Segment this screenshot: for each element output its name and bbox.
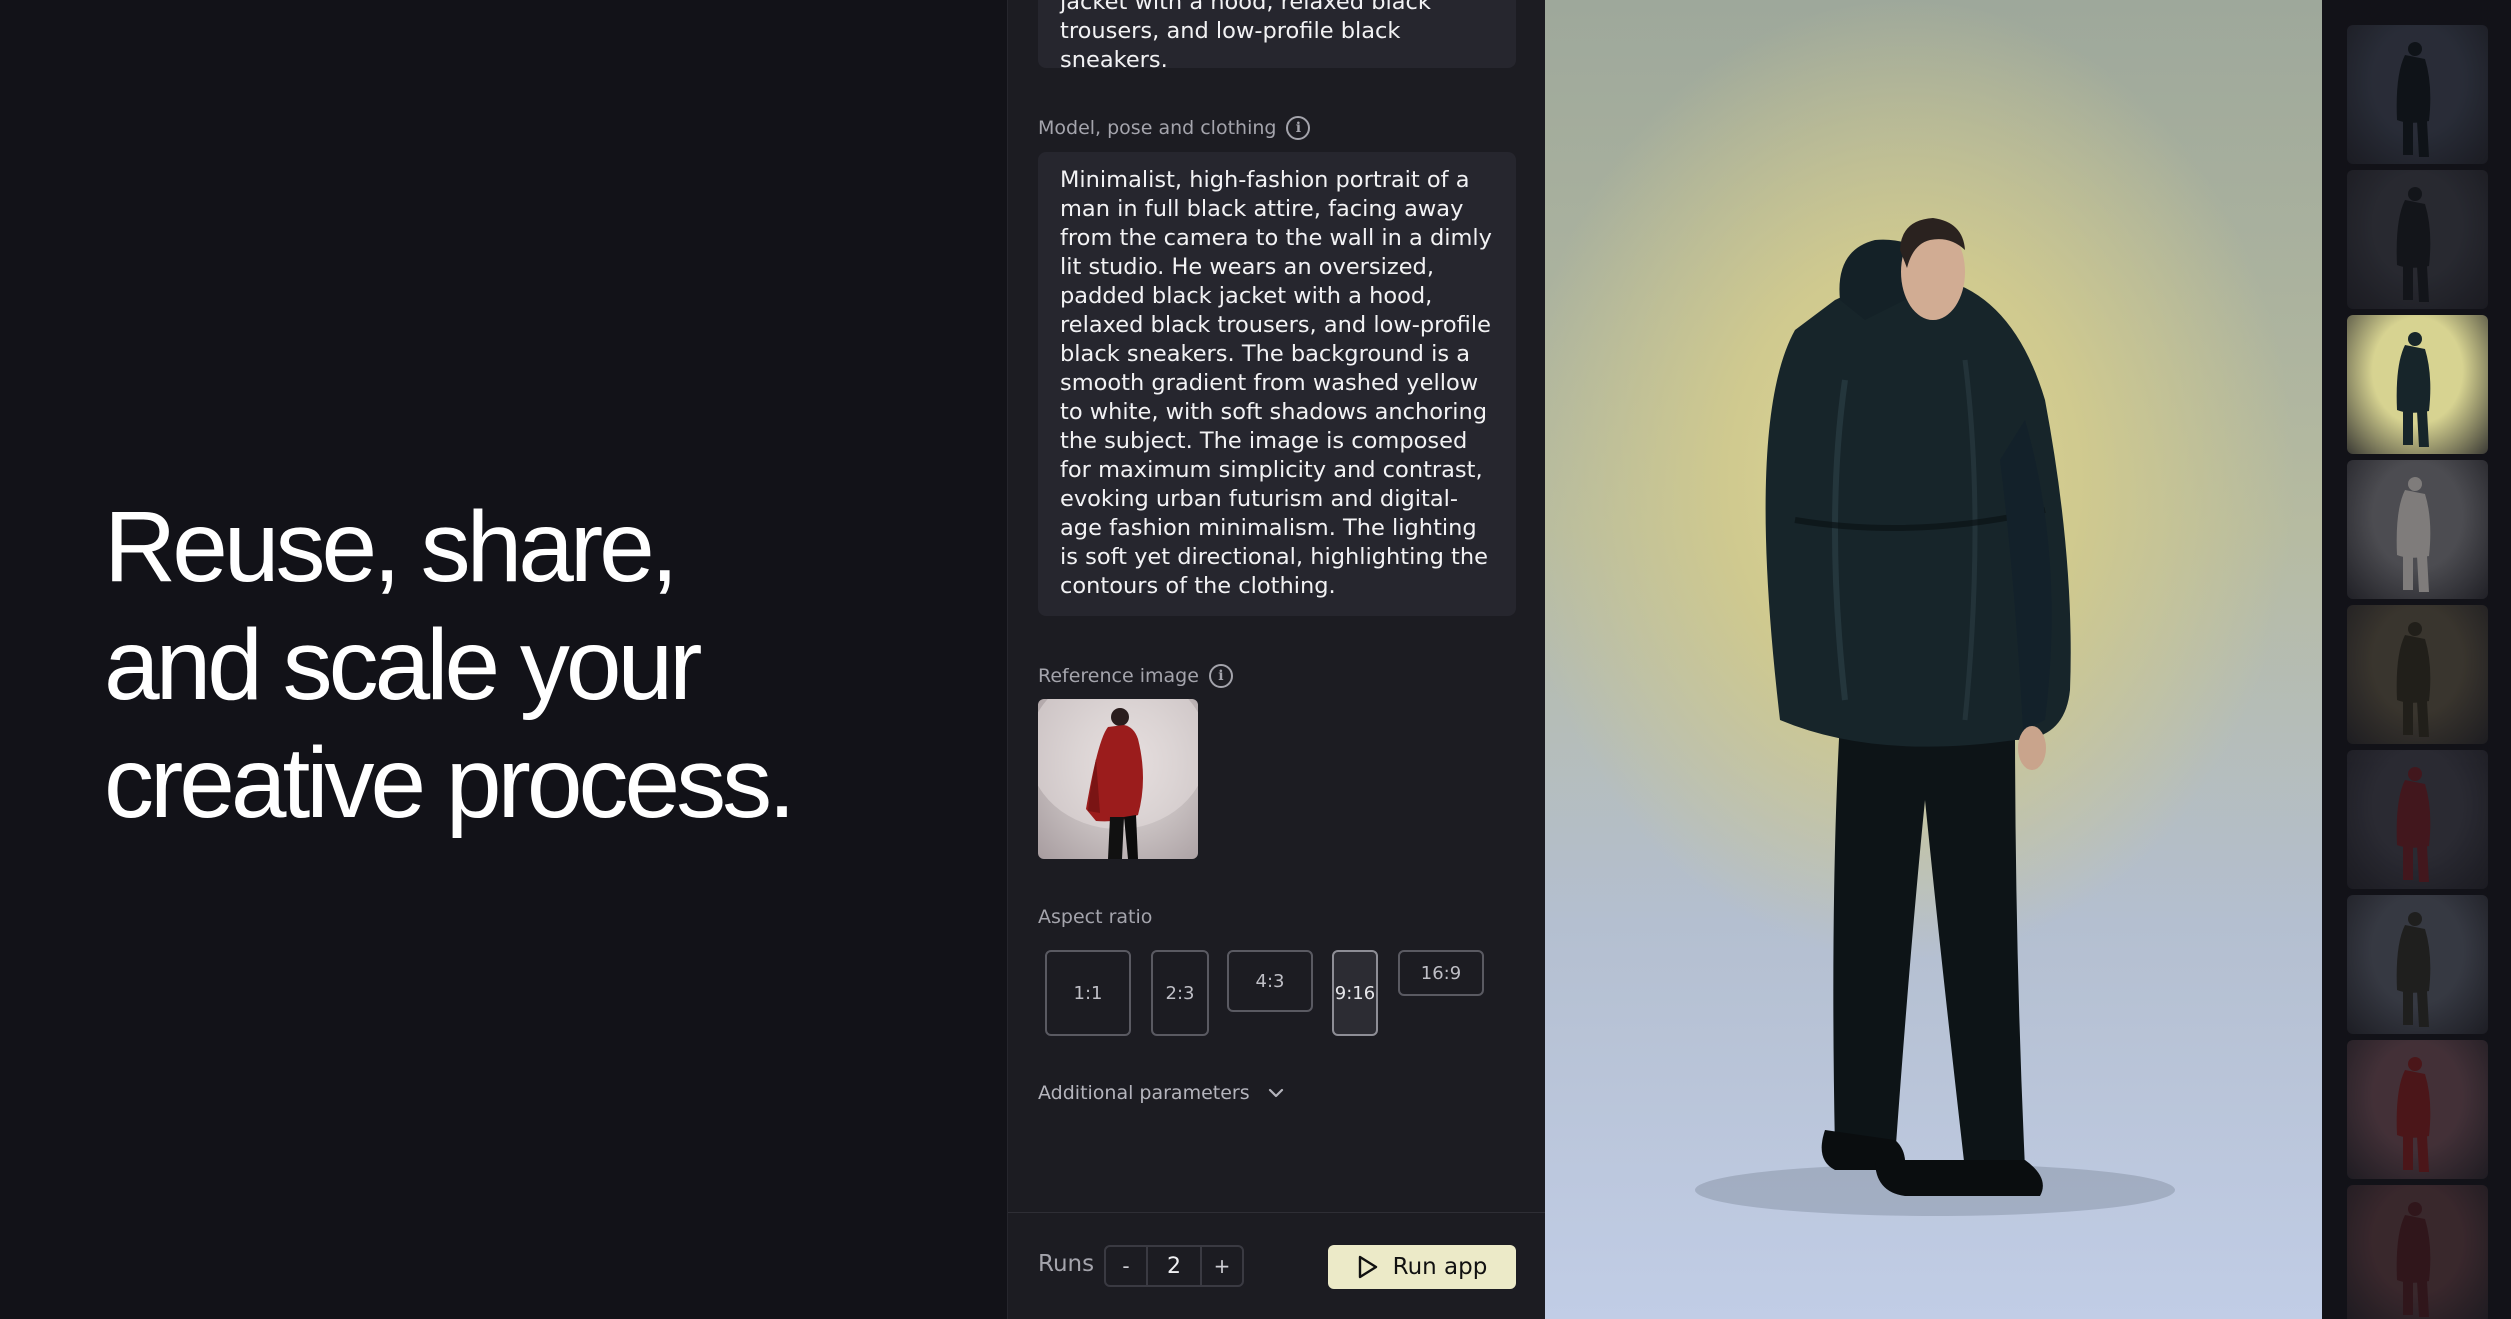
runs-value-input[interactable]: 2: [1146, 1247, 1202, 1285]
chevron-down-icon: [1268, 1088, 1283, 1098]
thumbnail-figure-image: [2396, 1057, 2431, 1172]
thumbnail-figure-image: [2396, 477, 2431, 592]
hero-line-1: Reuse, share,: [104, 491, 679, 603]
thumbnail-figure-image: [2396, 42, 2431, 157]
model-prompt-text: Minimalist, high-fashion portrait of a m…: [1060, 167, 1492, 599]
run-app-button[interactable]: Run app: [1328, 1245, 1516, 1289]
thumbnail-figure-image: [2396, 187, 2431, 302]
result-thumbnail[interactable]: [2347, 170, 2488, 309]
run-footer: Runs - 2 + Run app: [1008, 1212, 1546, 1319]
aspect-ratio-16-9-button[interactable]: 16:9: [1398, 950, 1484, 996]
generated-image-preview: [1545, 0, 2322, 1319]
previous-prompt-text: jacket with a hood, relaxed black trouse…: [1060, 0, 1431, 68]
aspect-option-label: 4:3: [1255, 970, 1285, 992]
reference-image-thumbnail[interactable]: [1038, 699, 1198, 859]
hero-line-3: creative process.: [104, 727, 796, 839]
run-app-label: Run app: [1392, 1254, 1488, 1280]
aspect-ratio-label: Aspect ratio: [1038, 906, 1152, 928]
thumbnail-figure-image: [2396, 332, 2431, 447]
result-thumbnail[interactable]: [2347, 25, 2488, 164]
runs-stepper: - 2 +: [1104, 1245, 1244, 1287]
result-thumbnail[interactable]: [2347, 895, 2488, 1034]
hero-line-2: and scale your: [104, 609, 702, 721]
decrement-button[interactable]: -: [1106, 1247, 1146, 1285]
reference-label-text: Reference image: [1038, 665, 1199, 687]
results-thumbnail-strip: [2322, 0, 2511, 1319]
model-prompt-textarea[interactable]: Minimalist, high-fashion portrait of a m…: [1038, 152, 1516, 616]
aspect-option-label: 16:9: [1420, 962, 1462, 984]
thumbnail-figure-image: [2396, 622, 2431, 737]
increment-button[interactable]: +: [1202, 1247, 1242, 1285]
reference-field-label: Reference image i: [1038, 664, 1233, 688]
result-thumbnail[interactable]: [2347, 1040, 2488, 1179]
result-thumbnail-selected[interactable]: [2347, 315, 2488, 454]
runs-label: Runs: [1038, 1251, 1095, 1277]
thumbnail-figure-image: [2396, 912, 2431, 1027]
thumbnail-figure-image: [2396, 1202, 2431, 1317]
info-icon[interactable]: i: [1286, 116, 1311, 140]
result-thumbnail[interactable]: [2347, 460, 2488, 599]
result-thumbnail[interactable]: [2347, 750, 2488, 889]
model-field-label: Model, pose and clothing i: [1038, 116, 1311, 140]
info-icon[interactable]: i: [1208, 664, 1233, 688]
model-label-text: Model, pose and clothing: [1038, 117, 1277, 139]
aspect-label-text: Aspect ratio: [1038, 906, 1153, 928]
aspect-ratio-1-1-button[interactable]: 1:1: [1045, 950, 1131, 1036]
aspect-option-label: 9:16: [1334, 982, 1376, 1004]
hero-headline: Reuse, share, and scale your creative pr…: [104, 488, 1004, 842]
thumbnail-figure-image: [2396, 767, 2431, 882]
aspect-option-label: 1:1: [1073, 982, 1103, 1004]
additional-parameters-label: Additional parameters: [1038, 1082, 1250, 1104]
app-form-panel: jacket with a hood, relaxed black trouse…: [1007, 0, 1546, 1319]
model-figure-image: [1695, 218, 2175, 1216]
app-root: Reuse, share, and scale your creative pr…: [0, 0, 2511, 1319]
result-thumbnail[interactable]: [2347, 1185, 2488, 1319]
aspect-option-label: 2:3: [1165, 982, 1195, 1004]
aspect-ratio-4-3-button[interactable]: 4:3: [1227, 950, 1313, 1012]
additional-parameters-toggle[interactable]: Additional parameters: [1038, 1082, 1286, 1104]
result-thumbnail[interactable]: [2347, 605, 2488, 744]
aspect-ratio-9-16-button[interactable]: 9:16: [1332, 950, 1378, 1036]
previous-prompt-textarea[interactable]: jacket with a hood, relaxed black trouse…: [1038, 0, 1516, 68]
play-icon: [1358, 1255, 1377, 1279]
reference-figure-image: [1038, 699, 1198, 859]
aspect-ratio-2-3-button[interactable]: 2:3: [1151, 950, 1209, 1036]
